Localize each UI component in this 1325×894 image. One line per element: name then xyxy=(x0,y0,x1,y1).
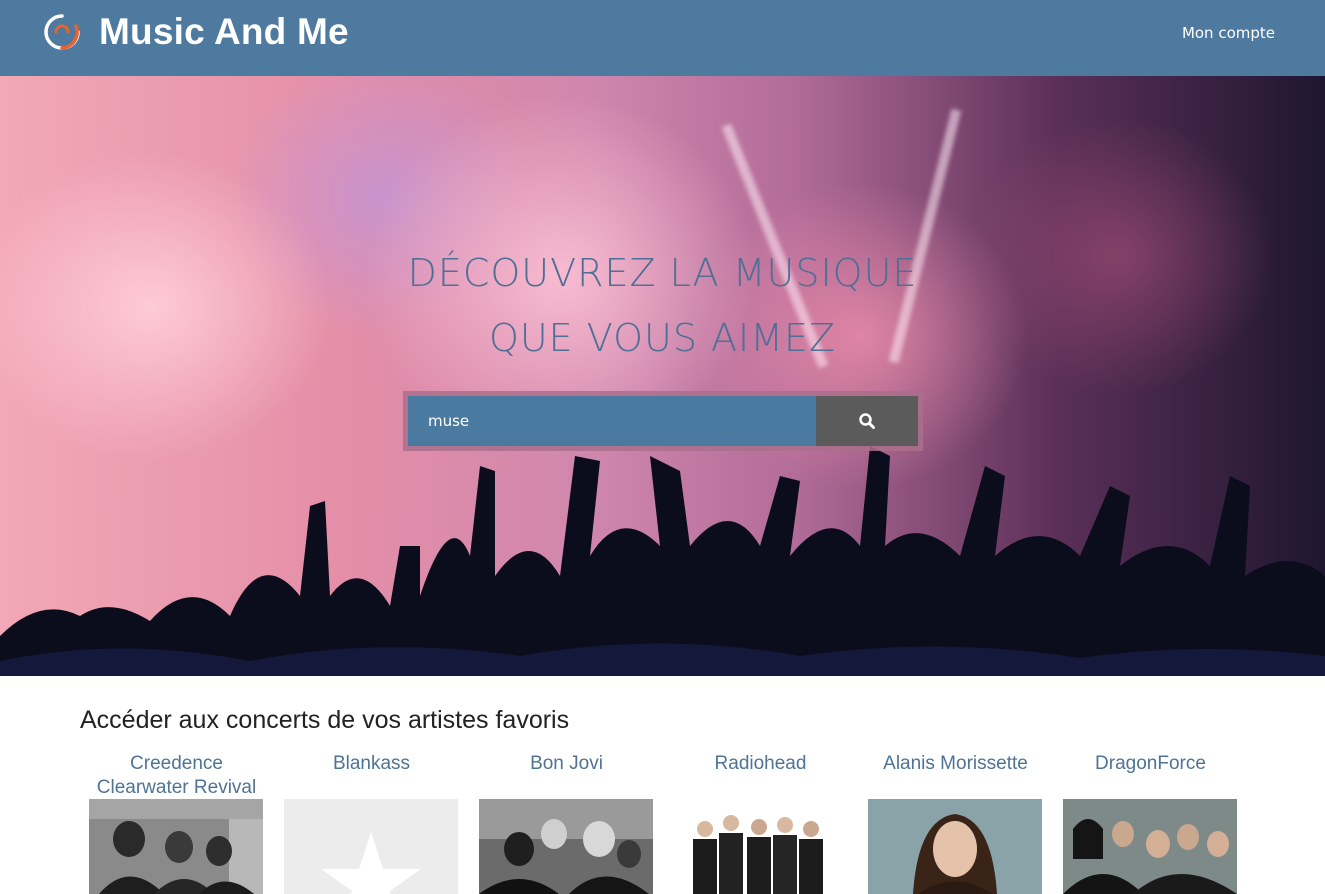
artist-card: Alanis Morissette xyxy=(868,752,1043,894)
brand-title[interactable]: Music And Me xyxy=(99,11,349,53)
artist-name-link[interactable]: Radiohead xyxy=(673,752,848,799)
artist-photo[interactable] xyxy=(89,799,263,894)
artist-name-link[interactable]: Blankass xyxy=(284,752,459,799)
artist-card: Blankass xyxy=(284,752,459,894)
crowd-silhouette xyxy=(0,446,1325,676)
my-account-link[interactable]: Mon compte xyxy=(1182,24,1275,42)
artist-card: Creedence Clearwater Revival xyxy=(89,752,264,894)
search-button[interactable] xyxy=(816,396,918,446)
top-navbar: Music And Me Mon compte xyxy=(0,0,1325,76)
search-input[interactable] xyxy=(408,396,816,446)
artist-name-link[interactable]: Bon Jovi xyxy=(479,752,654,799)
artist-card: Radiohead xyxy=(673,752,848,894)
artist-photo[interactable] xyxy=(1063,799,1237,894)
hero-banner: DÉCOUVREZ LA MUSIQUE QUE VOUS AIMEZ xyxy=(0,76,1325,676)
artist-photo[interactable] xyxy=(673,799,847,894)
artist-name-link[interactable]: Alanis Morissette xyxy=(868,752,1043,799)
hero-tagline-line2: QUE VOUS AIMEZ xyxy=(488,316,837,360)
search-icon xyxy=(859,413,875,429)
swirl-logo-icon[interactable] xyxy=(42,12,82,52)
artist-photo-placeholder[interactable] xyxy=(284,799,458,894)
artist-card: Bon Jovi xyxy=(479,752,654,894)
artist-photo[interactable] xyxy=(479,799,653,894)
hero-tagline-line1: DÉCOUVREZ LA MUSIQUE xyxy=(407,251,918,295)
artist-photo[interactable] xyxy=(868,799,1042,894)
artist-name-link[interactable]: Creedence Clearwater Revival xyxy=(89,752,264,799)
favorites-heading: Accéder aux concerts de vos artistes fav… xyxy=(80,706,570,734)
search-bar xyxy=(403,391,923,451)
artist-name-link[interactable]: DragonForce xyxy=(1063,752,1238,799)
artist-card: DragonForce xyxy=(1063,752,1238,894)
